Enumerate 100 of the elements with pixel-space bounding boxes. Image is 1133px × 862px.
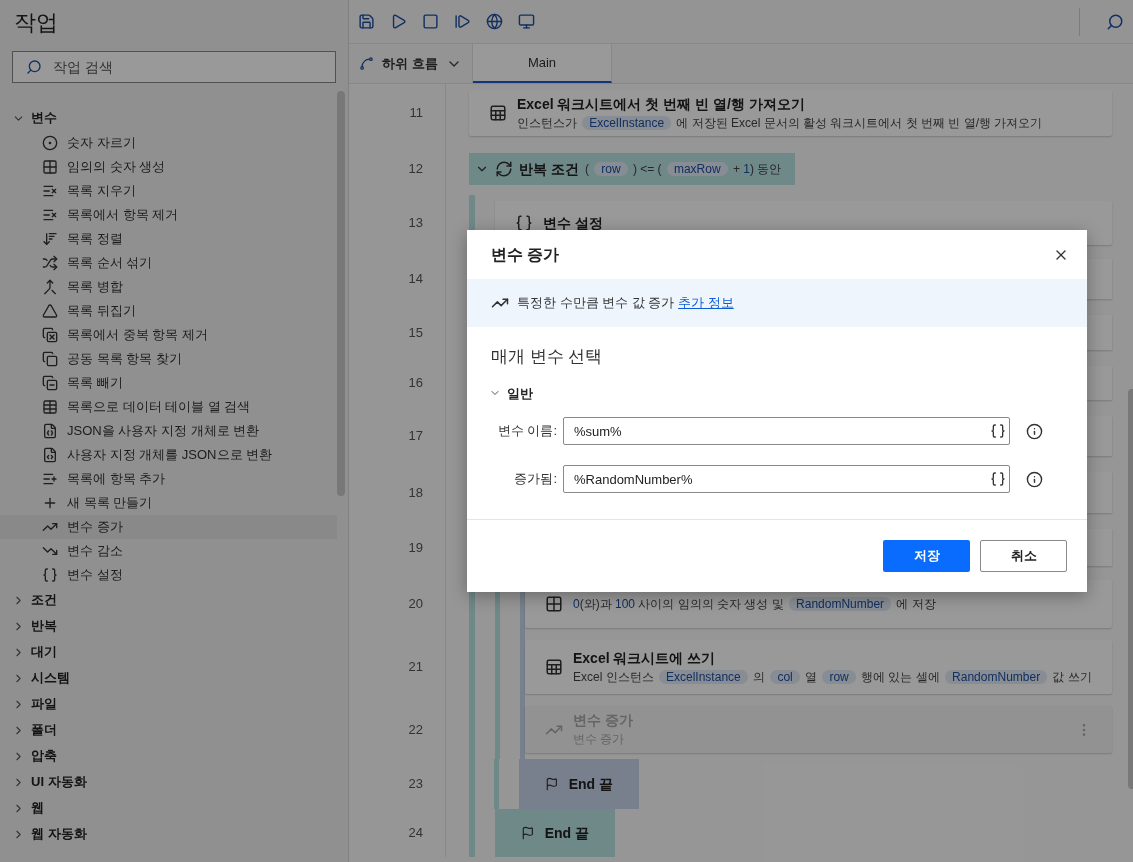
- info-icon[interactable]: [1026, 470, 1043, 488]
- save-icon[interactable]: [357, 12, 375, 31]
- variable-icon[interactable]: [990, 423, 1006, 439]
- stop-icon[interactable]: [421, 12, 439, 31]
- action-item[interactable]: 목록 지우기: [0, 179, 337, 203]
- category-item[interactable]: 반복: [0, 613, 337, 639]
- input-field[interactable]: %RandomNumber%: [563, 465, 1010, 493]
- variable-chip: row: [594, 161, 628, 176]
- number-value: 0: [573, 596, 580, 611]
- flag-icon: [521, 825, 535, 841]
- description-text: 행에 있는 셀에: [860, 669, 941, 684]
- category-item[interactable]: 압축: [0, 743, 337, 769]
- duplicate-remove-icon: [42, 327, 58, 343]
- action-item[interactable]: 목록 순서 섞기: [0, 251, 337, 275]
- action-item[interactable]: 변수 감소: [0, 539, 337, 563]
- action-item[interactable]: 숫자 자르기: [0, 131, 337, 155]
- line-number: 20: [408, 595, 423, 614]
- list-remove-icon: [42, 183, 58, 199]
- loop-header[interactable]: 반복 조건 ( row ) <= ( maxRow + 1) 동안: [469, 153, 795, 185]
- triangle-icon: [42, 303, 58, 319]
- group-header[interactable]: 일반: [489, 383, 1065, 403]
- category-item[interactable]: 웹 자동화: [0, 821, 337, 847]
- end-block[interactable]: End 끝: [495, 809, 615, 857]
- subflow-icon: [359, 56, 374, 71]
- line-number: 16: [408, 374, 423, 393]
- flow-tab[interactable]: Main: [473, 44, 612, 83]
- step-title: 변수 설정: [543, 214, 604, 233]
- description-text: 인스턴스가: [517, 115, 578, 130]
- search-icon[interactable]: [1105, 12, 1124, 31]
- list-remove-icon: [42, 207, 58, 223]
- plus-icon: [42, 495, 58, 511]
- category-item[interactable]: 변수: [0, 105, 337, 131]
- variable-icon: [515, 214, 533, 232]
- action-item[interactable]: 목록 빼기: [0, 371, 337, 395]
- category-item[interactable]: 웹: [0, 795, 337, 821]
- info-icon[interactable]: [1026, 422, 1043, 440]
- action-item[interactable]: 변수 설정: [0, 563, 337, 587]
- category-item[interactable]: 파일: [0, 691, 337, 717]
- action-item[interactable]: 목록 정렬: [0, 227, 337, 251]
- end-block[interactable]: End 끝: [519, 759, 639, 809]
- action-item[interactable]: 변수 증가: [0, 515, 337, 539]
- more-info-link[interactable]: 추가 정보: [678, 295, 734, 311]
- action-item[interactable]: 목록에서 항목 제거: [0, 203, 337, 227]
- merge-icon: [42, 279, 58, 295]
- line-number: 22: [408, 720, 423, 739]
- number-value: 1: [743, 161, 750, 176]
- action-item[interactable]: 목록으로 데이터 테이블 열 검색: [0, 395, 337, 419]
- variable-chip: RandomNumber: [789, 596, 892, 611]
- description-text: 에 저장된 Excel 문서의 활성 워크시트에서 첫 번째 빈 열/행 가져오기: [675, 115, 1043, 130]
- scrollbar[interactable]: [337, 91, 345, 496]
- variable-icon[interactable]: [990, 471, 1006, 487]
- scrollbar[interactable]: [1127, 389, 1133, 789]
- step-forward-icon[interactable]: [453, 12, 471, 31]
- loop-icon: [495, 160, 513, 178]
- step-title: Excel 워크시트에 쓰기: [573, 648, 717, 668]
- description-text: 열: [804, 669, 819, 684]
- json-icon: [42, 423, 58, 439]
- action-item[interactable]: 목록 병합: [0, 275, 337, 299]
- step-title: Excel 워크시트에서 첫 번째 빈 열/행 가져오기: [517, 94, 806, 114]
- action-item[interactable]: 목록에 항목 추가: [0, 467, 337, 491]
- line-number: 13: [408, 214, 423, 233]
- variable-chip: ExcelInstance: [659, 669, 748, 684]
- action-item[interactable]: 새 목록 만들기: [0, 491, 337, 515]
- subtract-icon: [42, 375, 58, 391]
- line-number: 24: [408, 824, 423, 843]
- category-item[interactable]: 폴더: [0, 717, 337, 743]
- step-title: End 끝: [544, 823, 589, 843]
- action-card[interactable]: Excel 워크시트에 쓰기 Excel 인스턴스 ExcelInstance 의 col 열 row 행에 있는 셀에 RandomNumber 값 쓰기: [525, 640, 1112, 694]
- category-item[interactable]: UI 자동화: [0, 769, 337, 795]
- category-item[interactable]: 대기: [0, 639, 337, 665]
- description-text: ) 동안: [750, 161, 782, 176]
- line-number: 14: [408, 270, 423, 289]
- action-card[interactable]: Excel 워크시트에서 첫 번째 빈 열/행 가져오기 인스턴스가 ExcelInstance 에 저장된 Excel 문서의 활성 워크시트에서 첫 번째 빈 열/행 가져오기: [469, 90, 1112, 136]
- description-text: +: [731, 161, 741, 176]
- variable-chip: col: [770, 669, 800, 684]
- save-button[interactable]: 저장: [883, 540, 970, 572]
- cancel-button[interactable]: 취소: [980, 540, 1067, 572]
- line-number: 23: [408, 775, 423, 794]
- category-item[interactable]: 시스템: [0, 665, 337, 691]
- section-title: 매개 변수 선택: [490, 346, 604, 368]
- action-item[interactable]: 목록 뒤집기: [0, 299, 337, 323]
- field-label: 변수 이름:: [496, 422, 558, 441]
- action-item[interactable]: 공동 목록 항목 찾기: [0, 347, 337, 371]
- monitor-icon[interactable]: [517, 12, 535, 31]
- action-item[interactable]: JSON을 사용자 지정 개체로 변환: [0, 419, 337, 443]
- category-item[interactable]: 조건: [0, 587, 337, 613]
- action-item[interactable]: 사용자 지정 개체를 JSON으로 변환: [0, 443, 337, 467]
- field-label: 증가됨:: [513, 470, 558, 489]
- globe-icon[interactable]: [485, 12, 503, 31]
- action-item[interactable]: 임의의 숫자 생성: [0, 155, 337, 179]
- description-text: (와)과: [579, 596, 613, 611]
- search-field[interactable]: 작업 검색: [12, 51, 336, 83]
- line-number: 21: [408, 658, 423, 677]
- overlap-icon: [42, 351, 58, 367]
- action-item[interactable]: 목록에서 중복 항목 제거: [0, 323, 337, 347]
- line-number: 19: [408, 538, 423, 557]
- input-field[interactable]: %sum%: [563, 417, 1010, 445]
- line-number: 11: [409, 104, 423, 123]
- search-icon: [26, 59, 42, 75]
- variable-icon: [42, 567, 58, 583]
